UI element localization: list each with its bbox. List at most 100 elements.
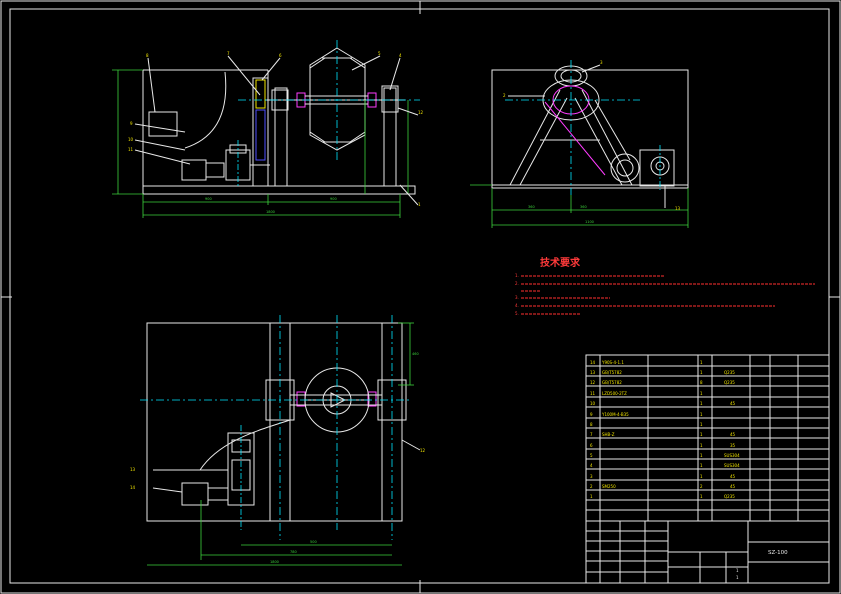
svg-text:45: 45	[730, 401, 736, 406]
svg-text:SUS304: SUS304	[724, 453, 740, 458]
svg-text:1: 1	[700, 422, 703, 427]
svg-text:Y90S-4-1.1: Y90S-4-1.1	[601, 360, 624, 365]
drawing-frame	[9, 8, 830, 584]
svg-text:7: 7	[590, 432, 593, 437]
bom-row: 9 Y100M-4-B35 1	[590, 412, 703, 417]
svg-text:1: 1	[590, 494, 593, 499]
svg-text:4: 4	[399, 53, 402, 58]
bom-row: 10 1 45	[590, 401, 736, 406]
svg-text:45: 45	[730, 484, 736, 489]
svg-text:9: 9	[590, 412, 593, 417]
svg-text:8: 8	[590, 422, 593, 427]
svg-text:1: 1	[700, 401, 703, 406]
tech-note-2: 2.	[515, 281, 519, 286]
svg-text:4: 4	[590, 463, 593, 468]
svg-text:460: 460	[412, 352, 419, 356]
sheet-value: 1	[736, 575, 739, 580]
svg-text:1: 1	[418, 202, 421, 207]
svg-text:35: 35	[730, 443, 736, 448]
svg-text:Q235: Q235	[724, 370, 735, 375]
tech-note-1: 1.	[515, 273, 519, 278]
svg-text:780: 780	[290, 550, 297, 554]
svg-text:3: 3	[590, 474, 593, 479]
bom-row: 8 1	[590, 422, 703, 427]
svg-text:1: 1	[700, 474, 703, 479]
svg-text:SUS304: SUS304	[724, 463, 740, 468]
svg-text:5: 5	[378, 51, 381, 56]
svg-text:1: 1	[700, 463, 703, 468]
svg-text:13: 13	[130, 467, 136, 472]
svg-text:8: 8	[146, 53, 149, 58]
svg-text:1800: 1800	[270, 560, 279, 564]
bom-row: 1 1 Q235	[590, 494, 735, 499]
bom-row: 12 GB/T5782 8 Q235	[590, 380, 735, 385]
svg-text:SHB-Z: SHB-Z	[602, 432, 615, 437]
svg-text:11: 11	[590, 391, 596, 396]
svg-text:GB/T5782: GB/T5782	[602, 380, 622, 385]
svg-text:900: 900	[330, 197, 337, 201]
svg-text:10: 10	[128, 137, 134, 142]
svg-text:500: 500	[310, 540, 317, 544]
svg-text:14: 14	[130, 485, 136, 490]
svg-text:2: 2	[700, 484, 703, 489]
svg-text:LZD500-2TZ: LZD500-2TZ	[602, 391, 627, 396]
svg-text:11: 11	[128, 147, 134, 152]
svg-text:900: 900	[205, 197, 212, 201]
svg-text:3: 3	[600, 60, 603, 65]
svg-text:45: 45	[730, 432, 736, 437]
svg-text:2: 2	[503, 93, 506, 98]
tech-note-3: 3.	[515, 295, 519, 300]
bom-row: 6 1 35	[590, 443, 736, 448]
tech-title: 技术要求	[540, 256, 581, 269]
svg-text:5: 5	[590, 453, 593, 458]
top-view: 13 14 12 500 780 1800 460	[130, 315, 426, 566]
svg-text:12: 12	[418, 110, 424, 115]
svg-text:1800: 1800	[266, 210, 275, 214]
svg-text:45: 45	[730, 474, 736, 479]
sheet-border	[0, 0, 841, 594]
bom-row: 2 SM250 2 45	[590, 484, 736, 489]
bom-row: 4 1 SUS304	[590, 463, 740, 468]
drawing-name: SZ-100	[768, 550, 788, 556]
technical-requirements: 技术要求 1. 2. 3. 4. 5.	[515, 256, 815, 316]
svg-text:13: 13	[590, 370, 596, 375]
bom-row: 7 SHB-Z 1 45	[590, 432, 736, 437]
svg-text:GB/T5782: GB/T5782	[602, 370, 622, 375]
svg-text:Q235: Q235	[724, 380, 735, 385]
svg-text:7: 7	[227, 51, 230, 56]
svg-text:1: 1	[700, 360, 703, 365]
svg-text:360: 360	[580, 205, 587, 209]
svg-text:12: 12	[420, 448, 426, 453]
bom-row: 3 1 45	[590, 474, 736, 479]
svg-text:14: 14	[590, 360, 596, 365]
svg-text:1: 1	[700, 412, 703, 417]
bom-row: 11 LZD500-2TZ 1	[590, 391, 703, 396]
title-block: SZ-100 1 1	[585, 520, 830, 584]
scale-value: 1	[736, 568, 739, 573]
svg-text:8: 8	[700, 380, 703, 385]
svg-text:6: 6	[590, 443, 593, 448]
svg-text:13: 13	[675, 206, 681, 211]
svg-text:12: 12	[590, 380, 596, 385]
side-view: 3 2 13 360 360 1100	[470, 60, 689, 228]
svg-text:Y100M-4-B35: Y100M-4-B35	[601, 412, 629, 417]
bom-row: 14 Y90S-4-1.1 1	[590, 360, 703, 365]
svg-text:6: 6	[279, 53, 282, 58]
svg-text:2: 2	[590, 484, 593, 489]
svg-text:1: 1	[700, 443, 703, 448]
bom-row: 13 GB/T5782 1 Q235	[590, 370, 735, 375]
cad-drawing-canvas: 8 7 6 5 4 9 10 11 12 1 900 900 1800 3 2 …	[0, 0, 841, 594]
front-view: 8 7 6 5 4 9 10 11 12 1 900 900 1800	[112, 40, 424, 218]
svg-text:10: 10	[590, 401, 596, 406]
tech-note-4: 4.	[515, 303, 519, 308]
bom-row: 5 1 SUS304	[590, 453, 740, 458]
svg-text:1: 1	[700, 453, 703, 458]
bom-table: 14 Y90S-4-1.1 1 13 GB/T5782 1 Q235 12 GB…	[585, 354, 830, 522]
svg-text:9: 9	[130, 121, 133, 126]
svg-text:SM250: SM250	[602, 484, 616, 489]
svg-text:1: 1	[700, 494, 703, 499]
svg-text:1: 1	[700, 391, 703, 396]
svg-text:360: 360	[528, 205, 535, 209]
svg-text:Q235: Q235	[724, 494, 735, 499]
svg-text:1: 1	[700, 432, 703, 437]
